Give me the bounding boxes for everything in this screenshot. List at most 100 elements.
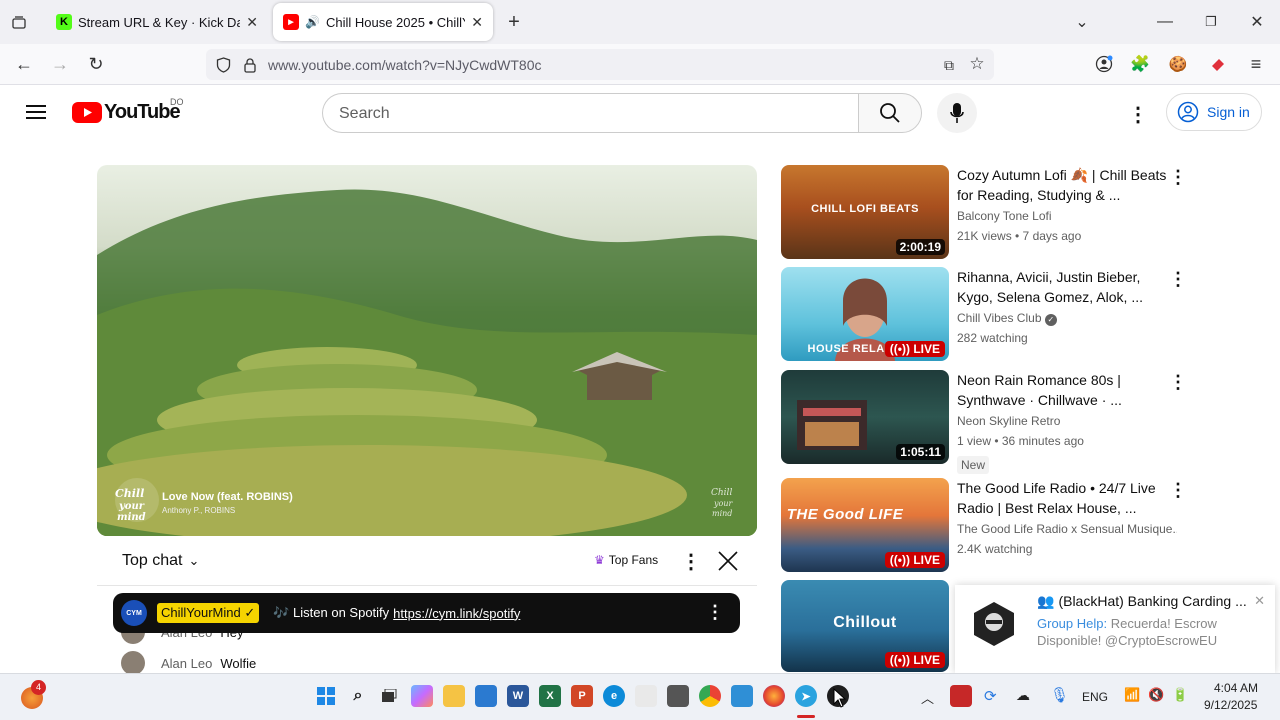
recommendation-item[interactable]: 1:05:11 Neon Rain Romance 80s | Synthwav… [781,370,1187,482]
video-thumbnail[interactable]: 1:05:11 [781,370,949,464]
video-title[interactable]: The Good Life Radio • 24/7 Live Radio | … [957,478,1167,518]
chat-author: Alan Leo [161,655,213,671]
video-title[interactable]: Cozy Autumn Lofi 🍂 | Chill Beats for Rea… [957,165,1167,205]
task-view-icon[interactable] [378,685,400,707]
powerpoint-icon[interactable]: P [571,685,593,707]
channel-name[interactable]: Chill Vibes Club ✓ [957,311,1057,326]
video-meta: 2.4K watching [957,542,1033,556]
bookmark-star-icon[interactable]: ☆ [968,54,986,73]
chat-message: Alan Leo Wolfie [121,651,256,675]
search-button[interactable] [858,93,922,133]
video-thumbnail[interactable]: HOUSE RELAX ((•)) LIVE [781,267,949,361]
telegram-icon[interactable]: ➤ [795,685,817,707]
notification-body: Group Help: Recuerda! Escrow Disponible!… [1037,615,1262,649]
shield-icon[interactable] [214,56,232,74]
channel-name[interactable]: Neon Skyline Retro [957,414,1060,428]
clock-time[interactable]: 4:04 AM [1214,681,1258,695]
tray-overflow-chevron-icon[interactable]: ︿ [921,688,934,707]
tab-list-icon[interactable] [8,12,30,34]
video-title[interactable]: Rihanna, Avicii, Justin Bieber, Kygo, Se… [957,267,1167,307]
minimize-icon[interactable]: — [1156,12,1174,32]
pinned-kebab-icon[interactable]: ⋮ [706,602,724,623]
clock-date[interactable]: 9/12/2025 [1204,698,1257,712]
recommendation-item[interactable]: THE Good LIFE ((•)) LIVE The Good Life R… [781,478,1187,572]
picture-in-picture-icon[interactable]: ⧉ [940,56,958,74]
video-title[interactable]: Neon Rain Romance 80s | Synthwave · Chil… [957,370,1167,410]
sign-in-button[interactable]: Sign in [1166,93,1262,131]
close-notification-icon[interactable]: ✕ [1254,593,1265,609]
svg-text:mind: mind [712,509,732,518]
pinned-chat-message[interactable]: CYM ChillYourMind ✓ 🎶 Listen on Spotify … [113,593,740,633]
language-indicator[interactable]: ENG [1082,690,1108,704]
chrome-icon[interactable] [699,685,721,707]
windows-start-icon[interactable] [315,685,337,707]
now-playing-artist: Anthony P., ROBINS [162,506,236,515]
video-kebab-icon[interactable]: ⋮ [1169,269,1187,290]
file-explorer-icon[interactable] [443,685,465,707]
hamburger-menu-icon[interactable] [26,104,46,120]
wifi-icon[interactable]: 📶 [1124,687,1140,703]
voice-search-button[interactable] [937,93,977,133]
recommendation-item[interactable]: CHILL LOFI BEATS 2:00:19 Cozy Autumn Lof… [781,165,1187,259]
video-kebab-icon[interactable]: ⋮ [1169,167,1187,188]
firefox-icon[interactable] [763,685,785,707]
volume-muted-icon[interactable]: 🔇 [1148,687,1164,703]
video-thumbnail[interactable]: Chillout ((•)) LIVE [781,580,949,672]
network-tool-icon[interactable] [667,685,689,707]
account-icon[interactable] [1094,54,1114,74]
browser-tab-bar: K Stream URL & Key · Kick Dashb ✕ ▶ 🔊 Ch… [0,0,1280,44]
top-fans-button[interactable]: ♛ Top Fans [594,553,658,567]
eraser-extension-icon[interactable] [1208,54,1228,74]
search-placeholder: Search [339,105,390,122]
address-bar[interactable]: www.youtube.com/watch?v=NJyCwdWT80c ⧉ ☆ [206,49,994,80]
video-player[interactable]: Chill your mind Chill your mind Love Now… [97,165,757,536]
close-chat-icon[interactable] [717,550,739,577]
settings-kebab-icon[interactable]: ⋮ [1128,102,1148,126]
video-kebab-icon[interactable]: ⋮ [1169,372,1187,393]
search-input[interactable]: Search [322,93,860,133]
chevron-down-icon[interactable]: ⌄ [1072,12,1092,32]
store-icon[interactable] [475,685,497,707]
battery-icon[interactable]: 🔋 [1172,687,1188,703]
new-tab-icon[interactable]: + [504,11,524,33]
word-icon[interactable]: W [507,685,529,707]
chat-kebab-icon[interactable]: ⋮ [681,549,701,574]
url-text[interactable]: www.youtube.com/watch?v=NJyCwdWT80c [268,57,542,73]
tab-youtube[interactable]: ▶ 🔊 Chill House 2025 • ChillYou ✕ [273,3,493,41]
tray-app-icon[interactable] [950,685,972,707]
live-badge: ((•)) LIVE [884,652,945,668]
telegram-notification[interactable]: 👥 (BlackHat) Banking Carding ... ✕ Group … [955,585,1275,673]
channel-name[interactable]: Balcony Tone Lofi [957,209,1052,223]
forward-icon[interactable]: → [50,54,70,74]
extensions-icon[interactable]: 🧩 [1130,54,1150,74]
close-tab-icon[interactable]: ✕ [246,14,258,31]
lock-icon[interactable] [242,56,258,74]
search-icon[interactable]: ⌕ [347,685,369,707]
generic-app-icon[interactable] [635,685,657,707]
excel-icon[interactable]: X [539,685,561,707]
video-thumbnail[interactable]: THE Good LIFE ((•)) LIVE [781,478,949,572]
edge-icon[interactable]: e [603,685,625,707]
close-window-icon[interactable]: ✕ [1248,12,1266,32]
channel-name[interactable]: The Good Life Radio x Sensual Musique... [957,522,1177,536]
spotify-link[interactable]: https://cym.link/spotify [393,606,520,621]
video-thumbnail[interactable]: CHILL LOFI BEATS 2:00:19 [781,165,949,259]
speaker-icon[interactable]: 🔊 [305,15,320,29]
extension-cookie-icon[interactable]: 🍪 [1168,54,1188,74]
copilot-icon[interactable] [411,685,433,707]
recommendation-item[interactable]: HOUSE RELAX ((•)) LIVE Rihanna, Avicii, … [781,267,1187,361]
chat-mode-dropdown[interactable]: Top chat ⌄ [122,552,199,570]
youtube-logo[interactable]: YouTube [72,101,181,124]
back-icon[interactable]: ← [14,54,34,74]
vpn-icon[interactable]: ☁ [1016,687,1030,704]
reload-icon[interactable]: ↻ [86,54,106,74]
video-kebab-icon[interactable]: ⋮ [1169,480,1187,501]
microphone-icon[interactable]: 🎙 [1050,686,1069,704]
menu-icon[interactable]: ≡ [1246,54,1266,74]
notepad-icon[interactable] [731,685,753,707]
sync-icon[interactable]: ⟳ [984,687,997,705]
tab-kick-dashboard[interactable]: K Stream URL & Key · Kick Dashb ✕ [46,3,268,41]
new-badge: New [957,456,990,474]
close-tab-icon[interactable]: ✕ [471,14,483,31]
restore-icon[interactable]: ❐ [1202,12,1220,32]
